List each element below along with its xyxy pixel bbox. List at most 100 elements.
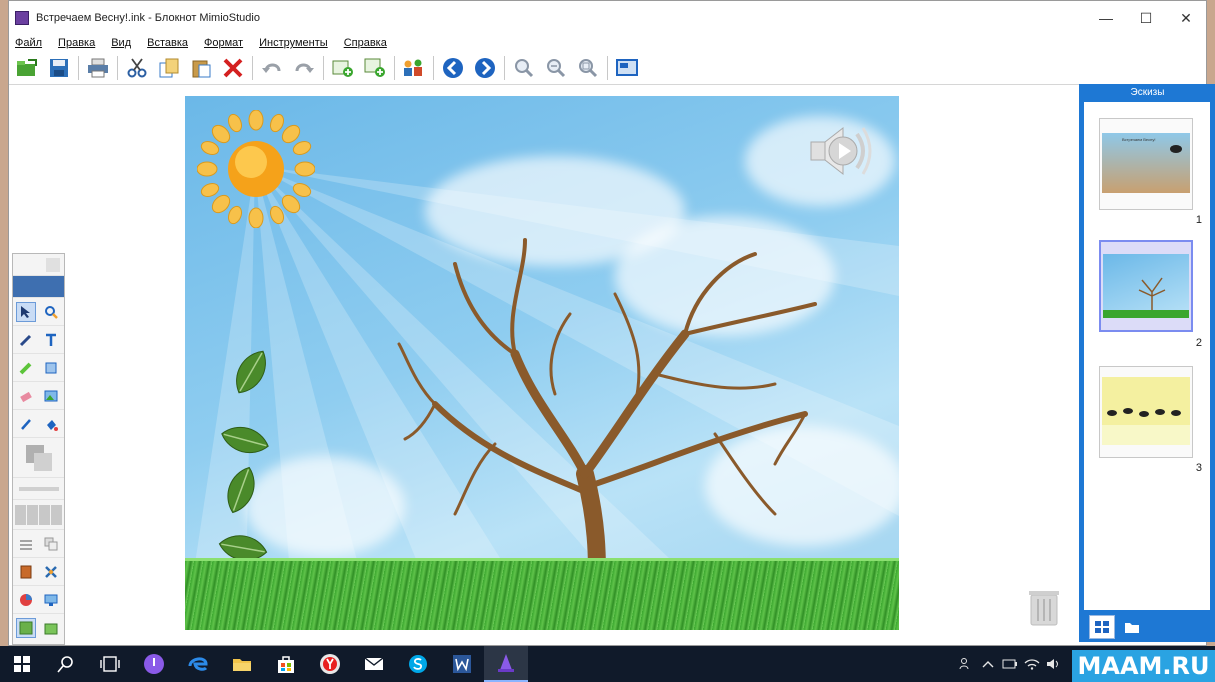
edge-browser-button[interactable] bbox=[176, 646, 220, 682]
birds-thumbnail-icon bbox=[1107, 408, 1181, 417]
skype-button[interactable] bbox=[396, 646, 440, 682]
swatch[interactable] bbox=[51, 504, 62, 525]
slide-thumbnail-3[interactable] bbox=[1099, 366, 1193, 458]
screen-capture-icon[interactable] bbox=[41, 590, 61, 610]
print-button[interactable] bbox=[84, 54, 112, 82]
menu-help[interactable]: Справка bbox=[344, 37, 387, 49]
add-page-button[interactable] bbox=[329, 54, 357, 82]
zoom-out-button[interactable] bbox=[542, 54, 570, 82]
fill-tool-icon[interactable] bbox=[41, 414, 61, 434]
window-controls: — ☐ ✕ bbox=[1086, 1, 1206, 35]
transparency-swatches bbox=[13, 500, 64, 530]
forward-button[interactable] bbox=[471, 54, 499, 82]
thumbnail-number: 2 bbox=[1195, 337, 1202, 349]
toolbox-row bbox=[13, 410, 64, 438]
paste-button[interactable] bbox=[187, 54, 215, 82]
save-button[interactable] bbox=[45, 54, 73, 82]
highlighter-tool-icon[interactable] bbox=[16, 358, 36, 378]
sun-icon[interactable] bbox=[197, 110, 315, 228]
wifi-icon[interactable] bbox=[1021, 646, 1043, 682]
recorder-icon[interactable] bbox=[41, 618, 61, 638]
yandex-icon bbox=[320, 654, 340, 674]
swatch[interactable] bbox=[15, 504, 26, 525]
trash-icon[interactable] bbox=[1027, 587, 1061, 627]
maximize-button[interactable]: ☐ bbox=[1126, 1, 1166, 35]
line-width-slider[interactable] bbox=[13, 478, 64, 500]
delete-button[interactable] bbox=[219, 54, 247, 82]
menu-view[interactable]: Вид bbox=[111, 37, 131, 49]
file-explorer-button[interactable] bbox=[220, 646, 264, 682]
menu-format[interactable]: Формат bbox=[204, 37, 243, 49]
gallery-icon[interactable] bbox=[16, 562, 36, 582]
grid-icon bbox=[1095, 621, 1109, 633]
applications-icon[interactable] bbox=[15, 618, 36, 638]
add-page-below-button[interactable] bbox=[361, 54, 389, 82]
screen-icon bbox=[616, 58, 638, 76]
mimio-studio-taskbar-button[interactable] bbox=[484, 646, 528, 682]
thumbnail-number: 1 bbox=[1195, 214, 1202, 226]
color-swatch[interactable] bbox=[24, 443, 54, 473]
open-button[interactable] bbox=[13, 54, 41, 82]
line-style-icon[interactable] bbox=[16, 534, 36, 554]
store-button[interactable] bbox=[264, 646, 308, 682]
swatch[interactable] bbox=[39, 504, 50, 525]
close-button[interactable]: ✕ bbox=[1166, 1, 1206, 35]
store-bag-icon bbox=[278, 656, 294, 673]
bare-tree[interactable] bbox=[395, 234, 835, 614]
search-icon bbox=[57, 656, 73, 673]
menu-edit[interactable]: Правка bbox=[58, 37, 95, 49]
copy-button[interactable] bbox=[155, 54, 183, 82]
color-swatch-row bbox=[13, 438, 64, 478]
select-tool-icon[interactable] bbox=[15, 301, 36, 322]
toolbox-row bbox=[13, 614, 64, 642]
cut-button[interactable] bbox=[123, 54, 151, 82]
edge-icon bbox=[188, 657, 208, 671]
slide-thumbnail-1[interactable]: Встречаем Весну! bbox=[1099, 118, 1193, 210]
toolbox-row bbox=[13, 558, 64, 586]
volume-icon[interactable] bbox=[1043, 646, 1065, 682]
eraser-tool-icon[interactable] bbox=[16, 386, 36, 406]
redo-button[interactable] bbox=[290, 54, 318, 82]
back-button[interactable] bbox=[439, 54, 467, 82]
start-button[interactable] bbox=[0, 646, 44, 682]
reveal-icon[interactable] bbox=[16, 590, 36, 610]
chevron-up-icon[interactable] bbox=[977, 646, 999, 682]
swatch[interactable] bbox=[27, 504, 38, 525]
thumbnail-list[interactable]: Встречаем Весну! 1 2 3 bbox=[1084, 102, 1210, 610]
menu-tools[interactable]: Инструменты bbox=[259, 37, 328, 49]
image-tool-icon[interactable] bbox=[41, 386, 61, 406]
minimize-button[interactable]: — bbox=[1086, 1, 1126, 35]
search-button[interactable] bbox=[44, 646, 88, 682]
undo-button[interactable] bbox=[258, 54, 286, 82]
zoom-in-button[interactable] bbox=[510, 54, 538, 82]
tools-icon[interactable] bbox=[41, 562, 61, 582]
toolbox-row bbox=[13, 586, 64, 614]
folders-tab[interactable] bbox=[1119, 615, 1145, 639]
screen-button[interactable] bbox=[613, 54, 641, 82]
slide-canvas[interactable] bbox=[185, 96, 899, 630]
people-icon[interactable] bbox=[955, 646, 977, 682]
task-view-button[interactable] bbox=[88, 646, 132, 682]
arrange-icon[interactable] bbox=[41, 534, 61, 554]
grass-strip bbox=[185, 558, 899, 630]
thumbnails-tab[interactable] bbox=[1089, 615, 1115, 639]
collaborate-button[interactable] bbox=[400, 54, 428, 82]
battery-icon[interactable] bbox=[999, 646, 1021, 682]
mail-button[interactable] bbox=[352, 646, 396, 682]
cortana-button[interactable] bbox=[132, 646, 176, 682]
zoom-tool-icon[interactable] bbox=[41, 302, 61, 322]
zoom-fit-button[interactable] bbox=[574, 54, 602, 82]
slide-thumbnail-2[interactable] bbox=[1099, 240, 1193, 332]
app-window: Встречаем Весну!.ink - Блокнот MimioStud… bbox=[8, 0, 1215, 646]
zoom-fit-icon bbox=[579, 58, 598, 77]
menu-insert[interactable]: Вставка bbox=[147, 37, 188, 49]
menu-file[interactable]: Файл bbox=[15, 37, 42, 49]
shape-tool-icon[interactable] bbox=[41, 358, 61, 378]
toolbox-close-icon[interactable] bbox=[46, 257, 60, 272]
color-picker-icon[interactable] bbox=[16, 414, 36, 434]
pen-tool-icon[interactable] bbox=[16, 330, 36, 350]
speaker-icon[interactable] bbox=[809, 122, 873, 180]
yandex-browser-button[interactable] bbox=[308, 646, 352, 682]
word-button[interactable] bbox=[440, 646, 484, 682]
text-tool-icon[interactable] bbox=[41, 330, 61, 350]
